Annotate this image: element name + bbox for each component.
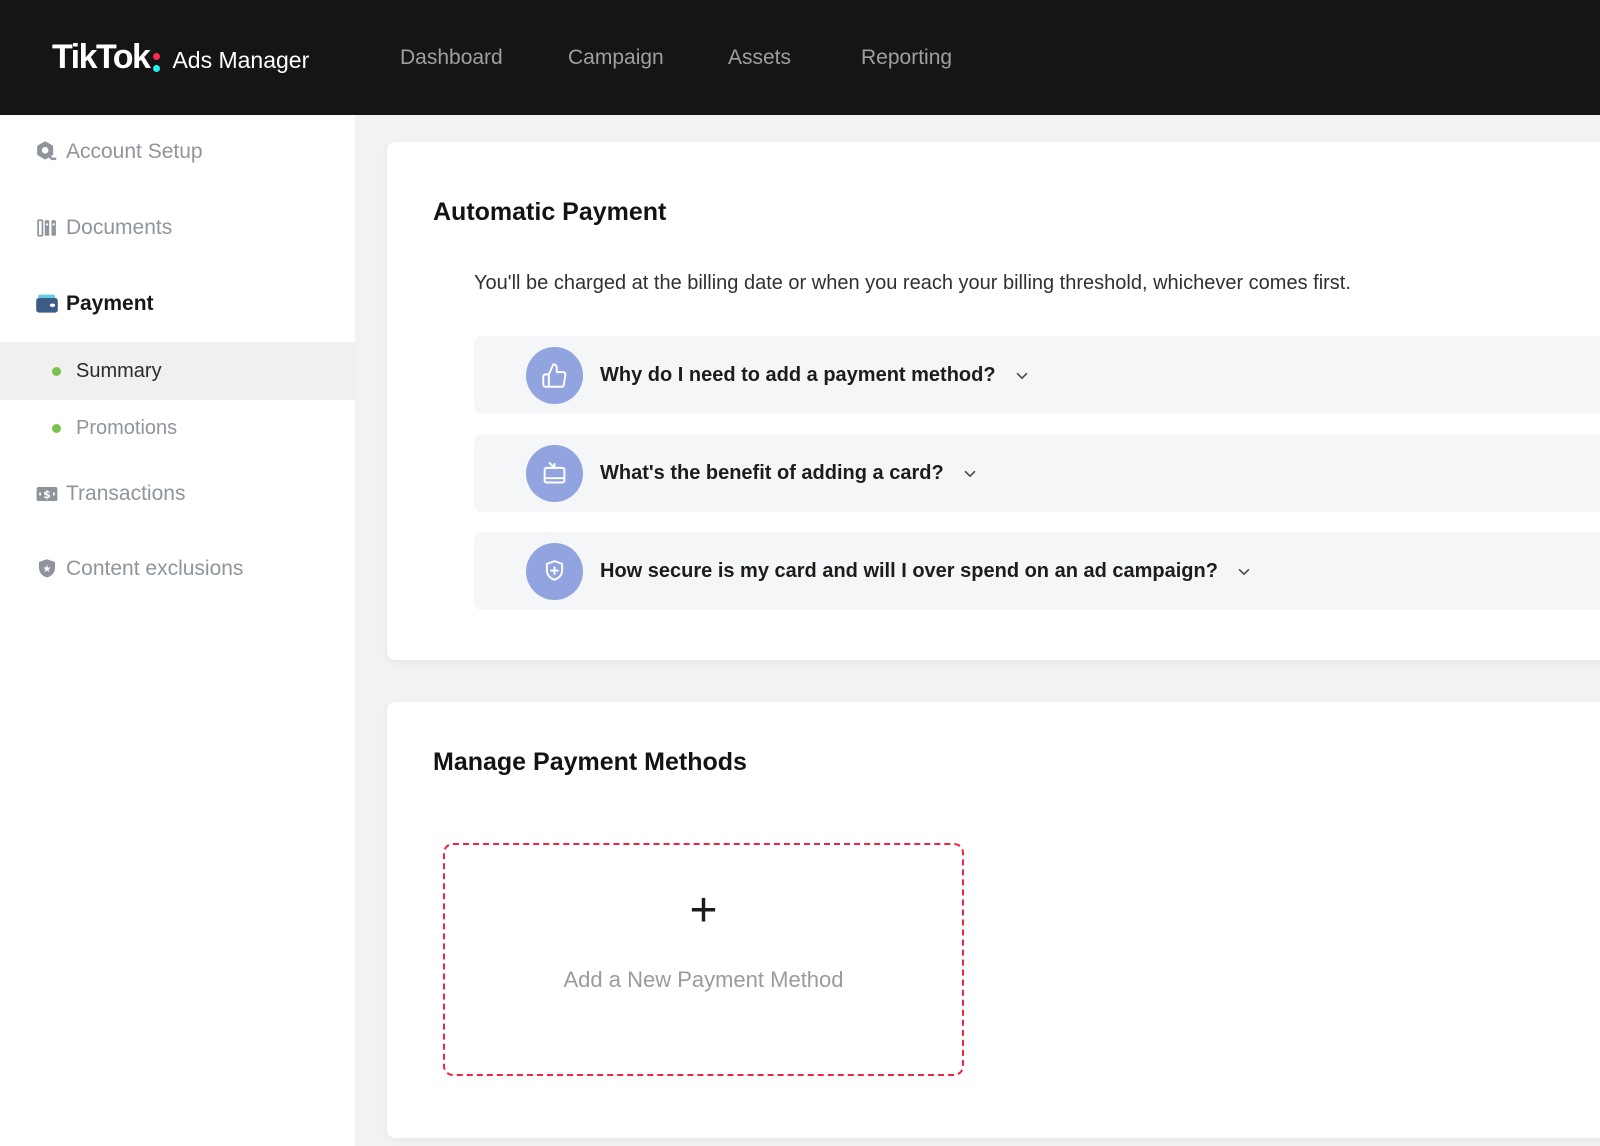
main-content: Automatic Payment You'll be charged at t… bbox=[355, 115, 1600, 1146]
tiktok-wordmark: TikTok bbox=[52, 38, 151, 76]
sidebar-subitem-promotions[interactable]: Promotions bbox=[0, 412, 355, 444]
sidebar-item-account-setup[interactable]: Account Setup bbox=[0, 136, 355, 168]
chevron-down-icon[interactable] bbox=[1236, 564, 1252, 580]
shield-plus-icon bbox=[526, 542, 583, 600]
tiktok-logo[interactable]: TikTok Ads Manager bbox=[52, 0, 309, 115]
add-new-payment-method-button[interactable]: + Add a New Payment Method bbox=[443, 843, 964, 1076]
sidebar-item-payment[interactable]: Payment bbox=[0, 288, 355, 320]
sidebar-subitem-label: Promotions bbox=[76, 416, 178, 439]
sidebar-item-content-exclusions[interactable]: ★ Content exclusions bbox=[0, 553, 355, 585]
automatic-payment-title: Automatic Payment bbox=[433, 198, 667, 226]
faq-question: How secure is my card and will I over sp… bbox=[600, 560, 1252, 583]
account-setup-icon bbox=[34, 140, 60, 164]
automatic-payment-subtitle: You'll be charged at the billing date or… bbox=[474, 272, 1351, 294]
automatic-payment-card: Automatic Payment You'll be charged at t… bbox=[387, 142, 1600, 660]
sidebar-item-documents[interactable]: Documents bbox=[0, 212, 355, 244]
chevron-down-icon[interactable] bbox=[962, 466, 978, 482]
documents-icon bbox=[34, 216, 60, 240]
faq-row-payment-method[interactable]: Why do I need to add a payment method? bbox=[474, 336, 1600, 414]
faq-question-text: How secure is my card and will I over sp… bbox=[600, 559, 1218, 582]
chevron-down-icon[interactable] bbox=[1014, 368, 1030, 384]
faq-question: What's the benefit of adding a card? bbox=[600, 462, 978, 485]
green-bullet-icon bbox=[52, 366, 61, 376]
plus-icon: + bbox=[689, 884, 718, 937]
svg-text:★: ★ bbox=[43, 564, 52, 575]
faq-question: Why do I need to add a payment method? bbox=[600, 364, 1030, 387]
sidebar-item-label: Content exclusions bbox=[66, 557, 244, 580]
green-bullet-icon bbox=[52, 423, 61, 433]
faq-row-card-benefit[interactable]: What's the benefit of adding a card? bbox=[474, 434, 1600, 512]
transactions-icon: $ bbox=[34, 482, 60, 506]
sidebar-item-label: Payment bbox=[66, 292, 154, 315]
nav-dashboard[interactable]: Dashboard bbox=[400, 0, 503, 115]
nav-reporting[interactable]: Reporting bbox=[861, 0, 952, 115]
content-exclusions-shield-icon: ★ bbox=[34, 557, 60, 581]
sidebar-subitem-label: Summary bbox=[76, 359, 162, 382]
add-new-payment-method-label: Add a New Payment Method bbox=[563, 967, 844, 992]
sidebar: Account Setup Documents Payment Summary bbox=[0, 115, 355, 1146]
sidebar-item-label: Documents bbox=[66, 216, 173, 239]
svg-text:$: $ bbox=[43, 488, 51, 501]
nav-campaign[interactable]: Campaign bbox=[568, 0, 664, 115]
sidebar-item-label: Transactions bbox=[66, 482, 186, 505]
sidebar-item-label: Account Setup bbox=[66, 140, 203, 163]
sidebar-subitem-summary[interactable]: Summary bbox=[0, 342, 355, 400]
ads-manager-label: Ads Manager bbox=[172, 47, 310, 73]
thumbs-up-icon bbox=[526, 346, 583, 404]
top-navbar: TikTok Ads Manager Dashboard Campaign As… bbox=[0, 0, 1600, 115]
manage-payment-methods-title: Manage Payment Methods bbox=[433, 748, 747, 776]
payment-wallet-icon bbox=[34, 292, 60, 316]
faq-row-card-security[interactable]: How secure is my card and will I over sp… bbox=[474, 532, 1600, 610]
sidebar-item-transactions[interactable]: $ Transactions bbox=[0, 478, 355, 510]
manage-payment-methods-card: Manage Payment Methods + Add a New Payme… bbox=[387, 702, 1600, 1138]
faq-question-text: Why do I need to add a payment method? bbox=[600, 363, 996, 386]
credit-card-icon bbox=[526, 444, 583, 502]
tiktok-colon-icon bbox=[153, 53, 161, 72]
faq-question-text: What's the benefit of adding a card? bbox=[600, 461, 944, 484]
nav-assets[interactable]: Assets bbox=[728, 0, 791, 115]
